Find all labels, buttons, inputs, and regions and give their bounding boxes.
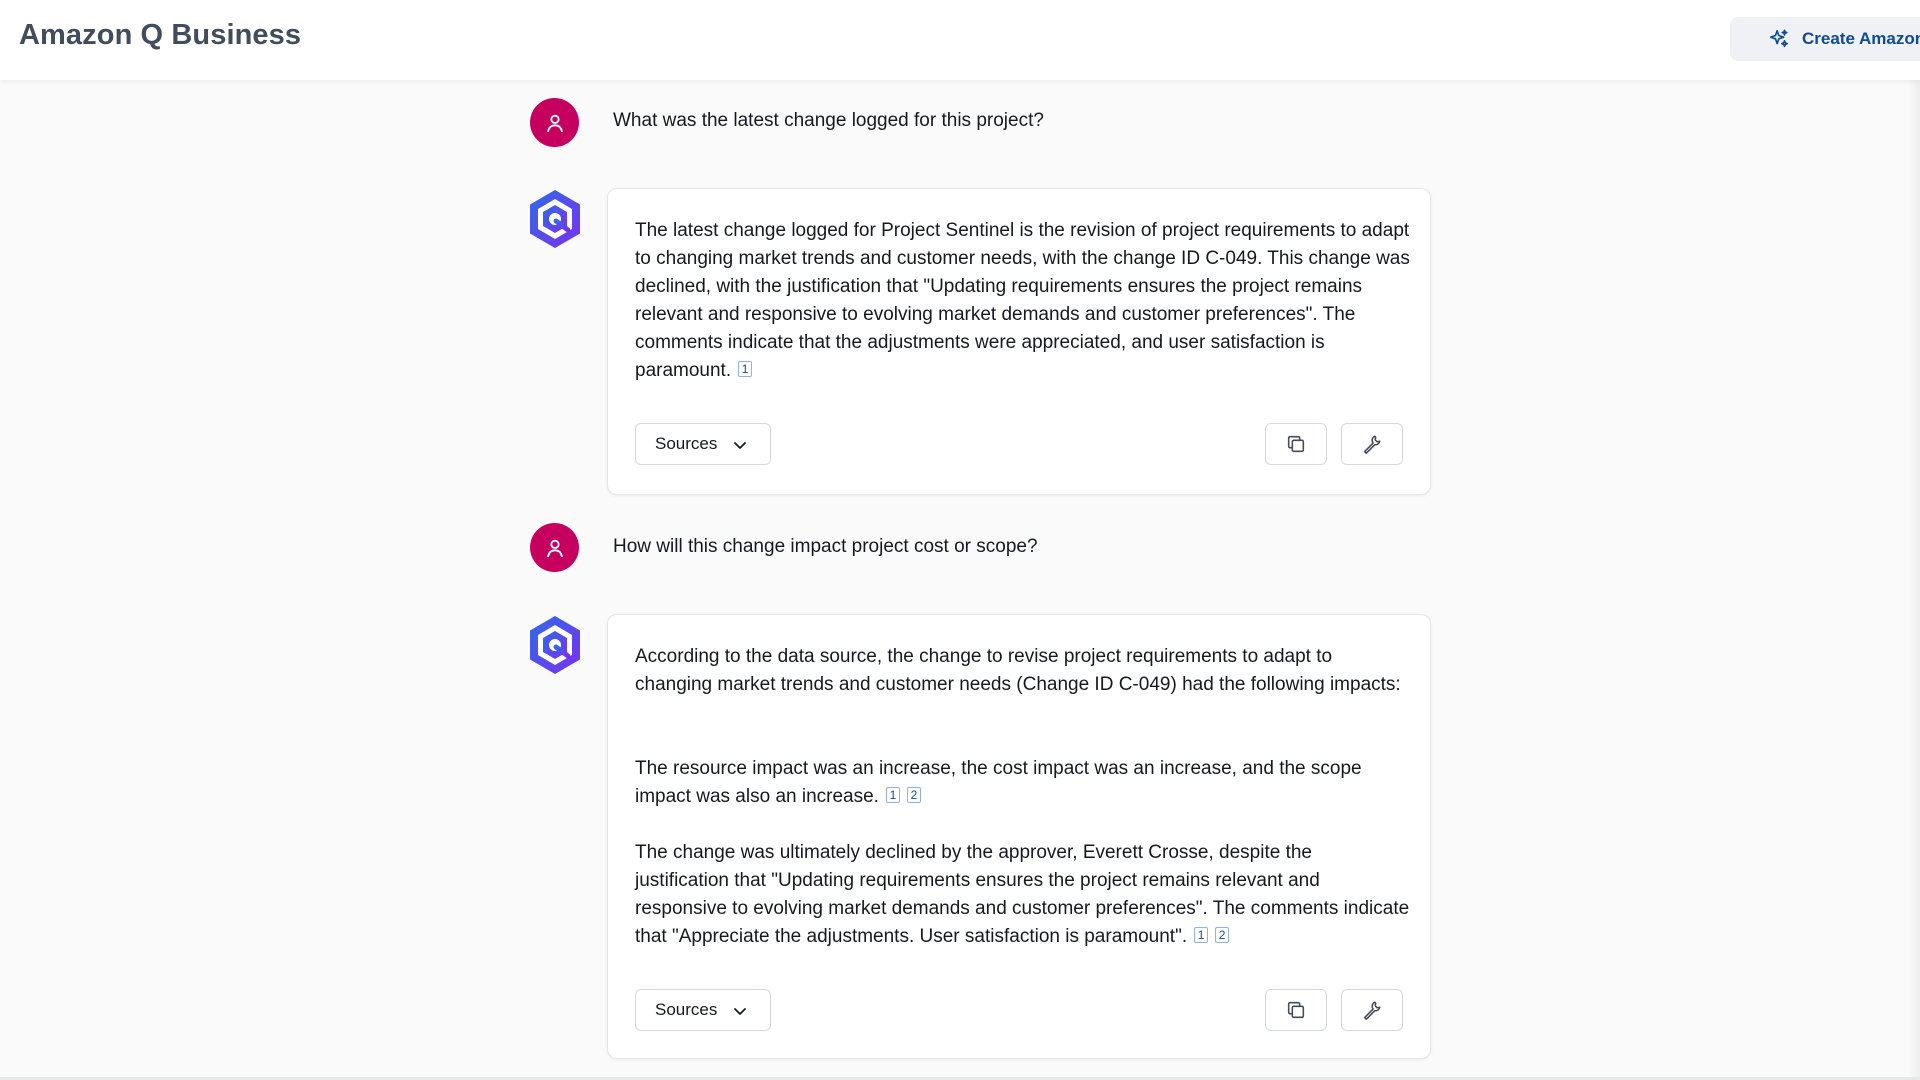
response-text: According to the data source, the change… xyxy=(635,646,1401,695)
sources-label: Sources xyxy=(655,434,718,453)
user-question: How will this change impact project cost… xyxy=(613,536,1038,557)
assistant-response-card: According to the data source, the change… xyxy=(607,614,1431,1059)
amazon-q-avatar xyxy=(525,188,585,250)
scroll-edge-shadow xyxy=(1908,80,1920,1080)
wrench-icon xyxy=(1363,1001,1381,1020)
amazon-q-logo-icon xyxy=(530,190,580,248)
copy-button[interactable] xyxy=(1265,989,1327,1031)
citation-marker[interactable]: 1 xyxy=(738,361,753,377)
response-text: The resource impact was an increase, the… xyxy=(635,758,1362,807)
amazon-q-business-app: Amazon Q Business Create Amazon What was… xyxy=(0,0,1920,1080)
response-paragraph: The latest change logged for Project Sen… xyxy=(635,217,1410,385)
sources-dropdown-button[interactable]: Sources xyxy=(635,989,771,1031)
citation-marker[interactable]: 1 xyxy=(1194,927,1209,943)
person-icon xyxy=(546,539,563,557)
chevron-down-icon xyxy=(734,442,746,449)
assistant-response-card: The latest change logged for Project Sen… xyxy=(607,188,1431,495)
response-text: The latest change logged for Project Sen… xyxy=(635,220,1410,381)
user-avatar xyxy=(530,523,579,572)
response-paragraph: The change was ultimately declined by th… xyxy=(635,839,1410,951)
copy-button[interactable] xyxy=(1265,423,1327,465)
amazon-q-avatar xyxy=(525,614,585,676)
amazon-q-logo-icon xyxy=(530,616,580,674)
user-avatar xyxy=(530,98,579,147)
feedback-button[interactable] xyxy=(1341,989,1403,1031)
user-question: What was the latest change logged for th… xyxy=(613,110,1044,131)
sources-dropdown-button[interactable]: Sources xyxy=(635,423,771,465)
citation-marker[interactable]: 2 xyxy=(1215,927,1230,943)
citation-marker[interactable]: 2 xyxy=(906,787,921,803)
response-text: The change was ultimately declined by th… xyxy=(635,842,1410,947)
copy-icon xyxy=(1287,435,1305,453)
response-paragraph: According to the data source, the change… xyxy=(635,643,1410,699)
sources-label: Sources xyxy=(655,1000,718,1019)
create-amazon-q-app-button[interactable]: Create Amazon xyxy=(1730,17,1920,61)
person-icon xyxy=(546,114,563,132)
wrench-icon xyxy=(1363,435,1381,454)
top-header: Amazon Q Business Create Amazon xyxy=(0,0,1920,80)
sparkle-icon xyxy=(1769,29,1789,48)
feedback-button[interactable] xyxy=(1341,423,1403,465)
copy-icon xyxy=(1287,1001,1305,1019)
app-title: Amazon Q Business xyxy=(19,19,302,51)
response-paragraph: The resource impact was an increase, the… xyxy=(635,755,1410,811)
chevron-down-icon xyxy=(734,1008,746,1015)
citation-marker[interactable]: 1 xyxy=(885,787,900,803)
create-button-label: Create Amazon xyxy=(1802,29,1920,48)
